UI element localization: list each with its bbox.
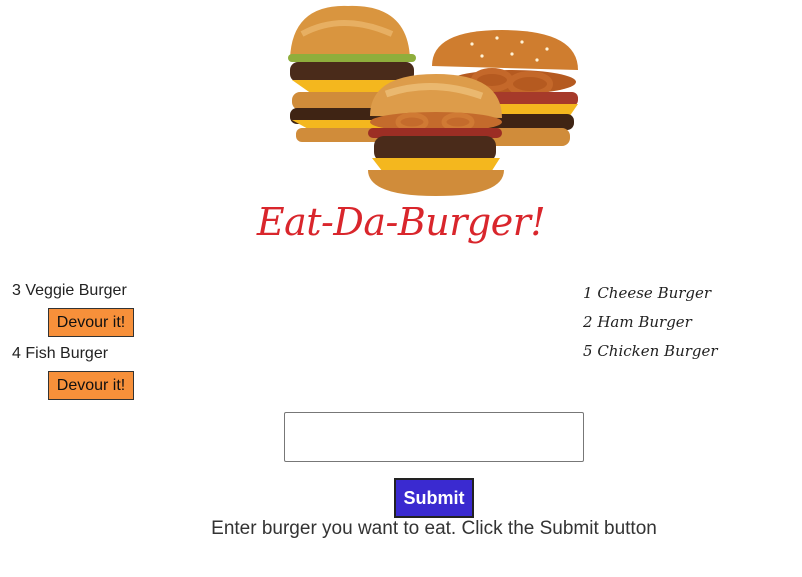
burger-id: 4 [12,345,21,362]
submit-button[interactable]: Submit [394,478,474,518]
devour-button[interactable]: Devour it! [48,308,134,337]
burger-name: Chicken Burger [597,342,718,360]
instructions-text: Enter burger you want to eat. Click the … [211,518,657,539]
burger-name: Ham Burger [597,313,692,331]
burger-id: 5 [583,342,593,360]
list-item: 5 Chicken Burger [583,340,783,369]
list-item: 4 Fish Burger [12,343,212,365]
list-item: 1 Cheese Burger [583,282,783,311]
burger-front-illustration [368,74,504,196]
burger-name-input[interactable] [284,412,584,462]
eaten-burger-list: 1 Cheese Burger 2 Ham Burger 5 Chicken B… [583,282,783,369]
burger-id: 3 [12,282,21,299]
burger-name: Veggie Burger [25,282,127,299]
burger-id: 2 [583,313,593,331]
burgers-hero-image [282,4,584,200]
burger-name: Fish Burger [25,345,109,362]
devour-button[interactable]: Devour it! [48,371,134,400]
list-item: 2 Ham Burger [583,311,783,340]
page-title: Eat-Da-Burger! [256,200,546,244]
burger-name: Cheese Burger [597,284,712,302]
burger-id: 1 [583,284,593,302]
uneaten-burger-list: 3 Veggie Burger Devour it! 4 Fish Burger… [12,280,212,406]
list-item: 3 Veggie Burger [12,280,212,302]
